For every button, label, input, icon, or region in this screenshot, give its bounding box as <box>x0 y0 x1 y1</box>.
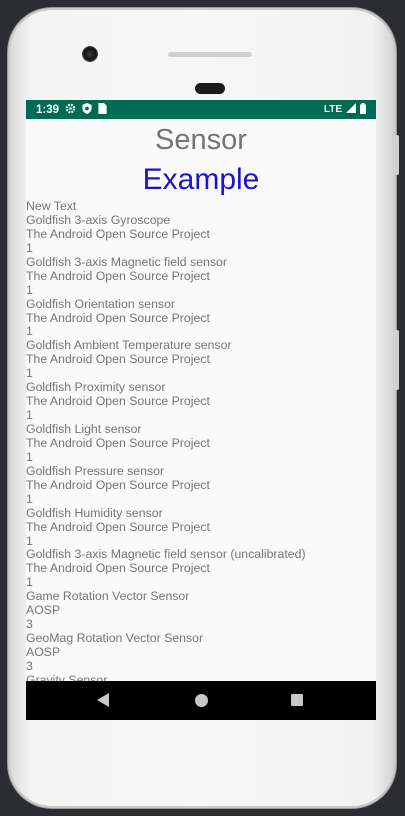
home-icon[interactable] <box>195 694 208 707</box>
sensor-info-line: AOSP <box>26 645 61 659</box>
sensor-info-line: Goldfish Light sensor <box>26 422 142 436</box>
sensor-info-line: Goldfish Proximity sensor <box>26 380 166 395</box>
sensor-info-line: The Android Open Source Project <box>26 519 210 534</box>
sensor-info-line: Gravity Sensor <box>26 672 108 681</box>
status-bar: 1:39 LTE <box>26 100 376 119</box>
sensor-info-line: Goldfish 3-axis Magnetic field sensor (u… <box>26 547 306 562</box>
sensor-info-line: AOSP <box>26 603 61 618</box>
sensor-info-line: 1 <box>26 366 33 381</box>
network-type: LTE <box>323 104 342 115</box>
sensor-info-line: 1 <box>26 282 33 297</box>
device-screen: 1:39 LTE Sensor Example New Text Goldfish… <box>26 100 376 720</box>
volume-button[interactable] <box>394 135 399 175</box>
sensor-info-line: 1 <box>26 575 33 590</box>
sim-card-icon <box>98 102 107 117</box>
battery-icon <box>360 102 366 117</box>
sensor-info-line: Goldfish Ambient Temperature sensor <box>26 338 232 353</box>
sensor-info-line: 1 <box>26 324 33 339</box>
sensor-info-line: The Android Open Source Project <box>26 477 210 492</box>
sensor-info-line: 1 <box>26 449 33 464</box>
recents-icon[interactable] <box>291 694 303 706</box>
sensor-info-line: Goldfish Orientation sensor <box>26 296 176 311</box>
back-icon[interactable] <box>97 693 109 707</box>
sensor-info-line: Goldfish 3-axis Gyroscope <box>26 212 171 227</box>
sensor-info-line: The Android Open Source Project <box>26 268 210 283</box>
navigation-bar <box>26 681 376 720</box>
front-camera-icon <box>82 46 98 62</box>
sensor-info-line: The Android Open Source Project <box>26 310 210 325</box>
sensor-info-line: 3 <box>26 617 33 632</box>
app-content: Sensor Example New Text Goldfish 3-axis G… <box>26 119 376 681</box>
power-button[interactable] <box>394 330 399 390</box>
sensor-info-line: Goldfish Humidity sensor <box>26 505 163 520</box>
shield-icon <box>82 102 92 117</box>
page-subtitle: Example <box>142 163 260 196</box>
sensor-info-line: The Android Open Source Project <box>26 435 210 450</box>
sensor-info-line: 3 <box>26 658 33 673</box>
sensor-info-line: GeoMag Rotation Vector Sensor <box>26 631 204 646</box>
sensor-info-line: The Android Open Source Project <box>26 394 210 409</box>
sensor-info-line: The Android Open Source Project <box>26 226 210 241</box>
sensor-list: New Text Goldfish 3-axis Gyroscope The And… <box>26 199 376 681</box>
signal-icon <box>346 103 356 116</box>
sensor-info-line: 1 <box>26 533 33 548</box>
sensor-info-line: The Android Open Source Project <box>26 561 210 576</box>
sensor-info-line: New Text <box>26 199 77 213</box>
sensor-info-line: Game Rotation Vector Sensor <box>26 589 190 604</box>
sensor-info-line: 1 <box>26 491 33 506</box>
sensor-info-line: 1 <box>26 240 33 255</box>
sensor-info-line: Goldfish Pressure sensor <box>26 463 165 478</box>
gear-icon <box>65 103 76 117</box>
sensor-info-line: 1 <box>26 408 33 423</box>
sensor-info-line: The Android Open Source Project <box>26 352 210 367</box>
earpiece-speaker <box>195 83 225 94</box>
status-time: 1:39 <box>36 103 60 116</box>
top-speaker-grille <box>168 52 252 57</box>
sensor-info-line: Goldfish 3-axis Magnetic field sensor <box>26 254 227 269</box>
page-title: Sensor <box>155 124 247 156</box>
